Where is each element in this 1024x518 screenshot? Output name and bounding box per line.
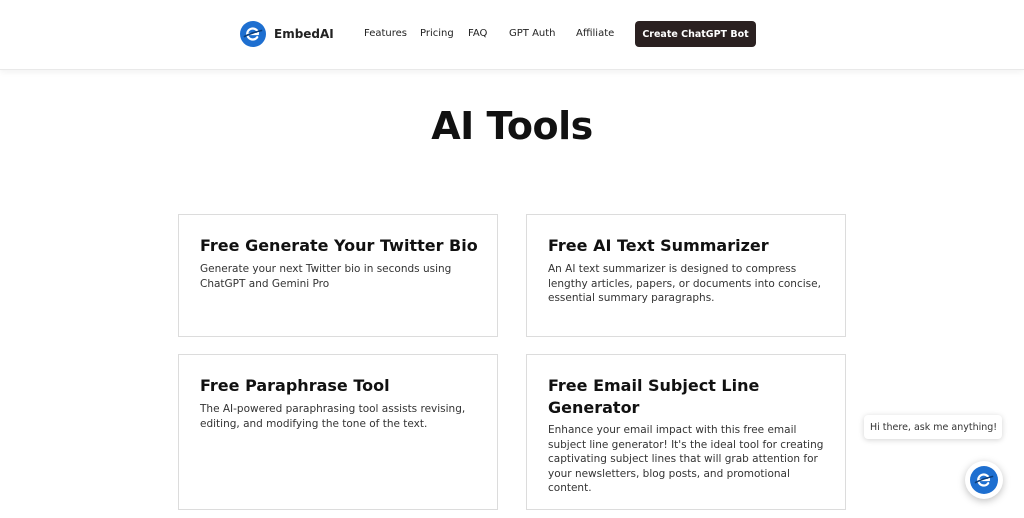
create-chatgpt-bot-button[interactable]: Create ChatGPT Bot bbox=[635, 21, 756, 47]
tool-card-email-subject-line[interactable]: Free Email Subject Line Generator Enhanc… bbox=[526, 354, 846, 510]
card-description: The AI-powered paraphrasing tool assists… bbox=[200, 403, 466, 430]
nav-features[interactable]: Features bbox=[364, 28, 407, 39]
site-header: EmbedAI Features Pricing FAQ GPT Auth Af… bbox=[0, 0, 1024, 70]
nav-faq[interactable]: FAQ bbox=[468, 28, 487, 39]
card-title: Free Generate Your Twitter Bio bbox=[200, 236, 478, 255]
card-title: Free Email Subject Line Generator bbox=[548, 376, 760, 417]
card-title: Free AI Text Summarizer bbox=[548, 236, 769, 255]
tool-card-paraphrase[interactable]: Free Paraphrase Tool The AI-powered para… bbox=[178, 354, 498, 510]
chat-greeting-bubble[interactable]: Hi there, ask me anything! bbox=[864, 415, 1002, 439]
tool-card-text-summarizer[interactable]: Free AI Text Summarizer An AI text summa… bbox=[526, 214, 846, 337]
tool-card-twitter-bio[interactable]: Free Generate Your Twitter Bio Generate … bbox=[178, 214, 498, 337]
brand-name: EmbedAI bbox=[274, 27, 334, 41]
card-description: Generate your next Twitter bio in second… bbox=[200, 263, 452, 290]
nav-gpt-auth[interactable]: GPT Auth bbox=[509, 28, 556, 39]
page-title: AI Tools bbox=[431, 104, 593, 148]
nav-pricing[interactable]: Pricing bbox=[420, 28, 454, 39]
card-description: An AI text summarizer is designed to com… bbox=[548, 263, 821, 304]
embedai-chat-icon bbox=[970, 466, 998, 494]
card-description: Enhance your email impact with this free… bbox=[548, 424, 824, 494]
embedai-logo-icon bbox=[240, 21, 266, 47]
chat-launcher-button[interactable] bbox=[965, 461, 1003, 499]
brand-logo[interactable]: EmbedAI bbox=[240, 21, 334, 47]
card-title: Free Paraphrase Tool bbox=[200, 376, 390, 395]
page: EmbedAI Features Pricing FAQ GPT Auth Af… bbox=[0, 0, 1024, 518]
nav-affiliate[interactable]: Affiliate bbox=[576, 28, 614, 39]
